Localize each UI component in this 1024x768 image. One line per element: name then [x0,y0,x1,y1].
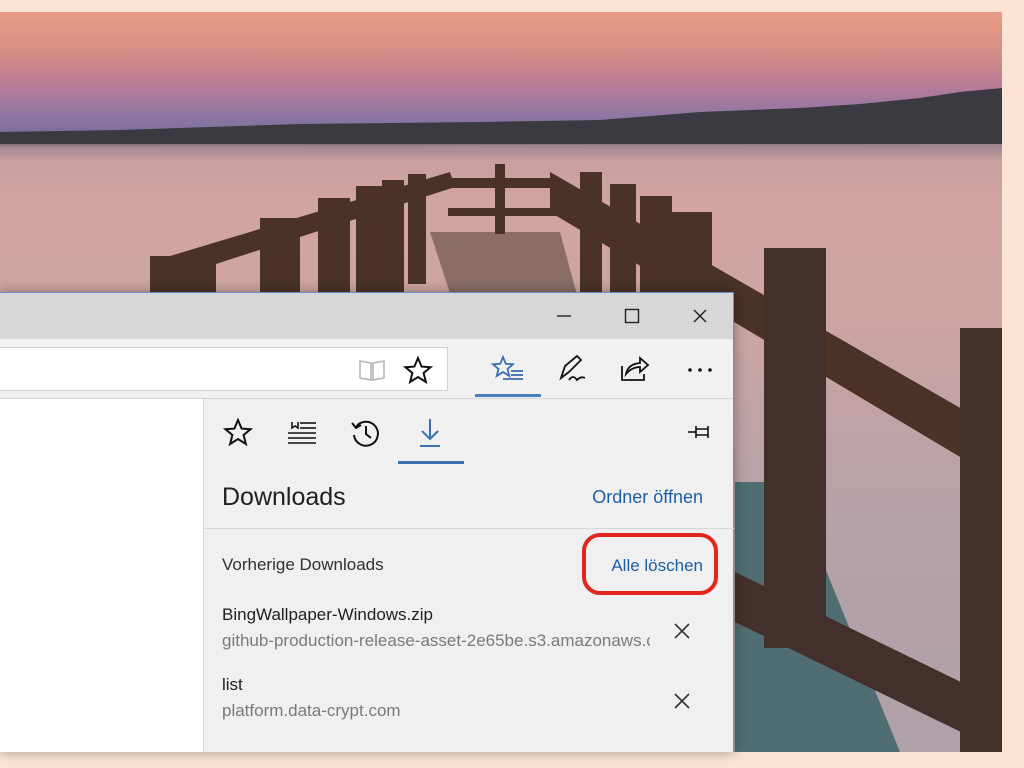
browser-toolbar [0,339,733,399]
downloads-tab-indicator [398,461,464,464]
add-favorite-button[interactable] [398,350,438,390]
tab-history[interactable] [334,409,398,457]
download-item[interactable]: list platform.data-crypt.com [204,675,734,741]
maximize-button[interactable] [598,293,666,339]
close-icon [674,693,690,709]
address-bar[interactable] [0,347,448,391]
close-icon [674,623,690,639]
remove-download-button[interactable] [668,687,696,715]
favorite-star-icon [403,356,433,384]
web-note-button[interactable] [552,349,592,389]
more-icon [688,368,712,372]
maximize-icon [624,308,640,324]
download-source: github-production-release-asset-2e65be.s… [222,631,650,650]
star-icon [223,418,253,447]
remove-download-button[interactable] [668,617,696,645]
close-button[interactable] [666,293,734,339]
previous-downloads-label: Vorherige Downloads [222,555,384,574]
make-web-note-icon [559,354,586,382]
title-bar [0,293,733,339]
share-button[interactable] [614,349,654,389]
download-source: platform.data-crypt.com [222,701,401,720]
browser-window: Downloads Ordner öffnen Vorherige Downlo… [0,292,734,752]
pin-button[interactable] [682,417,718,447]
hub-panel: Downloads Ordner öffnen Vorherige Downlo… [203,399,734,752]
more-button[interactable] [680,349,720,389]
open-folder-link[interactable]: Ordner öffnen [592,487,703,508]
download-item[interactable]: BingWallpaper-Windows.zip github-product… [204,605,734,671]
downloads-title: Downloads [222,483,346,511]
hub-active-indicator [475,394,541,397]
close-icon [693,309,707,323]
tab-reading-list[interactable] [270,409,334,457]
tab-favorites[interactable] [206,409,270,457]
download-icon [420,419,440,447]
hub-button[interactable] [488,349,528,389]
reading-list-icon [288,422,316,444]
tab-downloads[interactable] [398,409,462,457]
hub-icon [491,354,523,380]
divider [204,528,734,529]
minimize-button[interactable] [530,293,598,339]
minimize-icon [557,315,571,317]
reading-view-icon [359,360,385,381]
highlight-annotation [582,533,718,595]
download-name[interactable]: list [222,675,243,695]
download-name[interactable]: BingWallpaper-Windows.zip [222,605,433,625]
page-content [0,400,203,752]
history-icon [351,420,379,447]
pin-icon [688,426,709,438]
share-icon [621,356,650,381]
reading-view-button[interactable] [352,350,392,390]
